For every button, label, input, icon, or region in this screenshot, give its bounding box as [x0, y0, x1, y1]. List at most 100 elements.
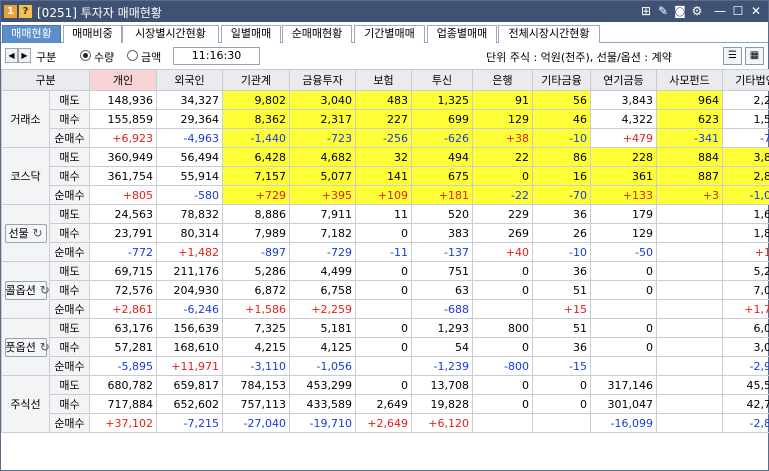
value-cell: +1,586	[222, 299, 290, 319]
settings-icon[interactable]: ⚙	[690, 4, 704, 18]
value-cell: +37,102	[89, 413, 157, 433]
value-cell: -729	[289, 242, 356, 262]
value-cell: 34,327	[156, 90, 223, 110]
tab-bar: 매매현황 매매비중 시장별시간현황 일별매매 순매매현황 기간별매매 업종별매매 전체시장시간…	[1, 23, 768, 43]
value-cell: 360,949	[89, 147, 157, 167]
close-icon[interactable]: ✕	[749, 4, 763, 18]
value-cell: 7,325	[222, 318, 290, 338]
tab-4[interactable]: 순매매현황	[282, 25, 352, 43]
value-cell: 3,078	[722, 337, 769, 357]
value-cell: -706	[722, 128, 769, 148]
tab-7[interactable]: 전체시장시간현황	[498, 25, 600, 43]
value-cell: 229	[472, 204, 533, 224]
edit-icon[interactable]: ✎	[656, 4, 670, 18]
group-toggle-button[interactable]: 선물 ↻	[4, 223, 47, 243]
column-header[interactable]: 금융투자	[289, 69, 356, 91]
row-type-label: 매수	[49, 223, 90, 243]
row-group-label[interactable]: 선물 ↻	[1, 204, 50, 262]
value-cell: -341	[656, 128, 723, 148]
list-view-icon[interactable]: ☰	[723, 47, 742, 65]
table-row: 매수 155,859 29,364 8,362 2,317 227 699 129 46 4,32…	[2, 109, 769, 129]
value-cell: 0	[355, 337, 412, 357]
value-cell: 317,146	[590, 375, 657, 395]
table-row: 매수 717,884 652,602 757,113 433,589 2,649 19,82…	[2, 394, 769, 414]
tab-6[interactable]: 업종별매매	[427, 25, 497, 43]
tab-5[interactable]: 기간별매매	[354, 25, 425, 43]
value-cell: +729	[222, 185, 290, 205]
time-field[interactable]: 11:16:30	[173, 47, 260, 65]
help-icon[interactable]: ?	[19, 5, 32, 18]
row-type-label: 매수	[49, 394, 90, 414]
column-header[interactable]: 보험	[355, 69, 412, 91]
column-header[interactable]: 투신	[411, 69, 473, 91]
quantity-radio[interactable]	[80, 50, 91, 61]
group-toggle-button[interactable]: 콜옵션 ↻	[4, 280, 49, 300]
column-header[interactable]: 개인	[89, 69, 157, 91]
value-cell: -6,246	[156, 299, 223, 319]
value-cell: 11	[355, 204, 412, 224]
grid-view-icon[interactable]: ▦	[745, 47, 764, 65]
camera-icon[interactable]: ◙	[673, 4, 687, 18]
value-cell: 4,125	[289, 337, 356, 357]
row-group-label[interactable]: 콜옵션 ↻	[1, 261, 50, 319]
value-cell: 4,322	[590, 109, 657, 129]
column-header[interactable]: 구분	[1, 69, 90, 91]
value-cell	[656, 280, 723, 300]
value-cell: 800	[472, 318, 533, 338]
value-cell: +133	[590, 185, 657, 205]
value-cell: 652,602	[156, 394, 223, 414]
prev-arrow-button[interactable]: ◀	[5, 48, 18, 63]
row-type-label: 매수	[49, 166, 90, 186]
tab-3[interactable]: 일별매매	[221, 25, 281, 43]
column-header[interactable]: 연기금등	[590, 69, 657, 91]
value-cell: 211,176	[156, 261, 223, 281]
value-cell: 717,884	[89, 394, 157, 414]
value-cell: 13,708	[411, 375, 473, 395]
value-cell: 0	[355, 280, 412, 300]
value-cell: 0	[472, 166, 533, 186]
window: 1 ? [0251] 투자자 매매현황 ⊞ ✎ ◙ ⚙ — ☐ ✕ 매매현황 매매…	[0, 0, 769, 471]
value-cell: 78,832	[156, 204, 223, 224]
link-icon[interactable]: ⊞	[639, 4, 653, 18]
value-cell: +181	[411, 185, 473, 205]
tab-1[interactable]: 매매비중	[63, 25, 122, 43]
value-cell: 45,554	[722, 375, 769, 395]
minimize-icon[interactable]: —	[713, 4, 727, 18]
value-cell: -10	[532, 128, 591, 148]
value-cell	[656, 394, 723, 414]
table-row: 순매수-772+1,482-897-729-11-137+40-10-50 +18…	[2, 242, 769, 262]
value-cell: 7,911	[289, 204, 356, 224]
column-header[interactable]: 기타법인	[722, 69, 769, 91]
maximize-icon[interactable]: ☐	[731, 4, 745, 18]
row-group-label[interactable]: 풋옵션 ↻	[1, 318, 50, 376]
value-cell: 51	[532, 280, 591, 300]
value-cell: 0	[532, 375, 591, 395]
table-row: 거래소 매도 148,936 34,327 9,802 3,040 483 1,325 91 56…	[1, 90, 769, 148]
tab-2[interactable]: 시장별시간현황	[122, 25, 219, 43]
window-badge-icon[interactable]: 1	[4, 5, 17, 18]
row-type-label: 매수	[49, 109, 90, 129]
value-cell: 964	[656, 90, 723, 110]
amount-radio-label[interactable]: 금액	[141, 49, 161, 65]
value-cell: 204,930	[156, 280, 223, 300]
next-arrow-button[interactable]: ▶	[18, 48, 31, 63]
column-header[interactable]: 기관계	[222, 69, 290, 91]
column-header[interactable]: 은행	[472, 69, 533, 91]
value-cell: 884	[656, 147, 723, 167]
row-group-label: 코스닥	[1, 147, 50, 205]
row-type-label: 매도	[49, 204, 90, 224]
value-cell: 51	[532, 318, 591, 338]
column-header[interactable]: 사모펀드	[656, 69, 723, 91]
amount-radio[interactable]	[127, 50, 138, 61]
value-cell: -10	[532, 242, 591, 262]
column-header[interactable]: 외국인	[156, 69, 223, 91]
value-cell: 0	[590, 318, 657, 338]
column-header[interactable]: 기타금융	[532, 69, 591, 91]
title-bar: 1 ? [0251] 투자자 매매현황 ⊞ ✎ ◙ ⚙ — ☐ ✕	[1, 1, 768, 22]
value-cell: 0	[472, 337, 533, 357]
row-group-label: 주식선	[1, 375, 50, 433]
quantity-radio-label[interactable]: 수량	[94, 49, 114, 65]
group-toggle-button[interactable]: 풋옵션 ↻	[4, 337, 49, 357]
tab-0[interactable]: 매매현황	[2, 25, 61, 43]
value-cell: +2,649	[355, 413, 412, 433]
